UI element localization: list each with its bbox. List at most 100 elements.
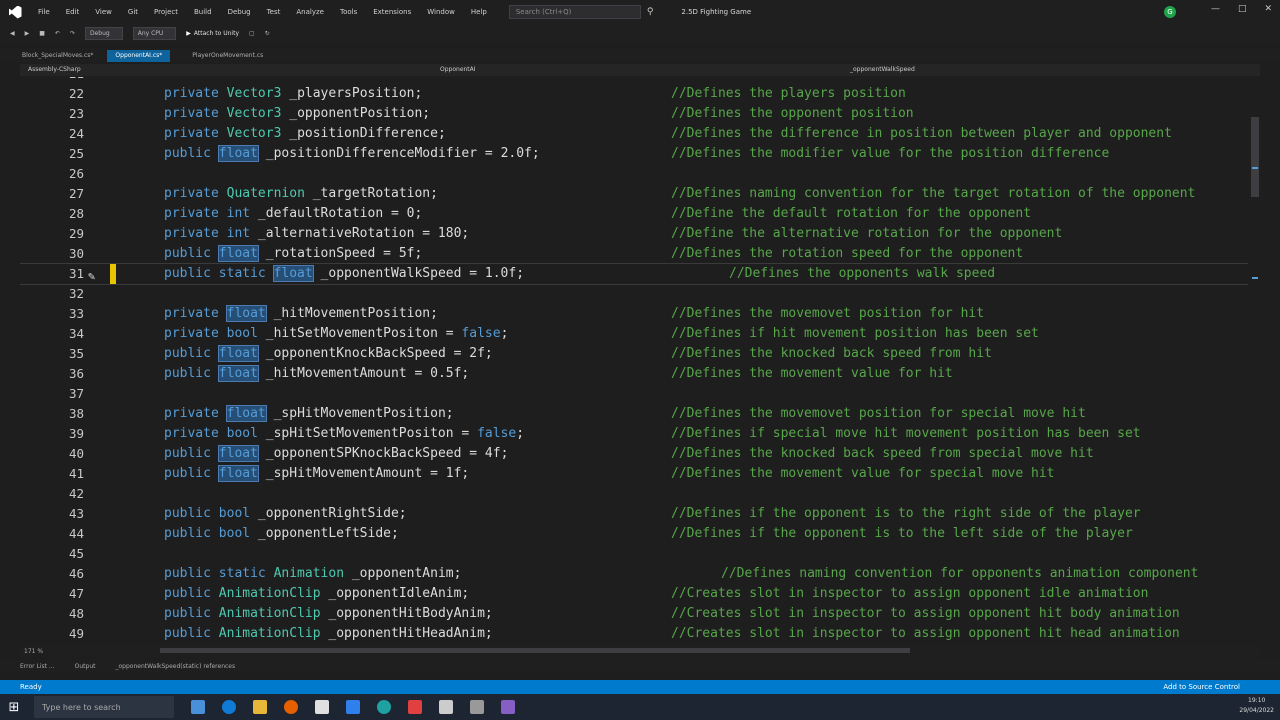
code-line[interactable]: 32 bbox=[20, 284, 1248, 304]
panel-tab[interactable]: Output bbox=[75, 663, 96, 670]
code-line[interactable]: 48 public AnimationClip _opponentHitBodyA… bbox=[20, 604, 1248, 624]
member-dropdown[interactable]: _opponentWalkSpeed bbox=[850, 64, 915, 76]
redo-icon[interactable]: ↷ bbox=[70, 30, 75, 37]
back-icon[interactable]: ◀ bbox=[10, 30, 15, 37]
line-number: 24 bbox=[68, 126, 84, 141]
menu-extensions[interactable]: Extensions bbox=[365, 8, 419, 16]
code-line[interactable]: 30 public float _rotationSpeed = 5f; //Def… bbox=[20, 244, 1248, 264]
account-avatar-icon[interactable]: G bbox=[1164, 6, 1176, 18]
code-editor[interactable]: 21 22 private Vector3 _playersPosition; //D… bbox=[20, 77, 1248, 645]
search-input[interactable]: Search (Ctrl+Q) bbox=[508, 5, 641, 19]
maximize-icon[interactable]: □ bbox=[1238, 4, 1247, 14]
code-line[interactable]: 41 public float _spHitMovementAmount = 1f… bbox=[20, 464, 1248, 484]
code-line[interactable]: 35 public float _opponentKnockBackSpeed =… bbox=[20, 344, 1248, 364]
line-number: 26 bbox=[68, 166, 84, 181]
code-line[interactable]: 28 private int _defaultRotation = 0; //Def… bbox=[20, 204, 1248, 224]
code-line[interactable]: 26 bbox=[20, 164, 1248, 184]
menu-help[interactable]: Help bbox=[463, 8, 495, 16]
add-to-source-control-button[interactable]: Add to Source Control bbox=[1163, 683, 1240, 691]
taskbar-search-input[interactable]: Type here to search bbox=[34, 696, 174, 718]
horizontal-scrollbar[interactable] bbox=[160, 648, 910, 653]
code-line[interactable]: 22 private Vector3 _playersPosition; //Def… bbox=[20, 84, 1248, 104]
firefox-icon[interactable] bbox=[284, 700, 298, 714]
code-line[interactable]: 46 public static Animation _opponentAnim;… bbox=[20, 564, 1248, 584]
menu-debug[interactable]: Debug bbox=[220, 8, 259, 16]
scrollbar-thumb[interactable] bbox=[1251, 117, 1259, 197]
windows-start-icon[interactable]: ⊞ bbox=[0, 694, 28, 720]
close-icon[interactable]: ✕ bbox=[1264, 4, 1272, 14]
system-clock[interactable]: 19:10 29/04/2022 bbox=[1239, 696, 1274, 716]
file-explorer-icon[interactable] bbox=[253, 700, 267, 714]
code-line[interactable]: 36 public float _hitMovementAmount = 0.5f… bbox=[20, 364, 1248, 384]
app-icon-2[interactable] bbox=[470, 700, 484, 714]
code-line[interactable]: 43 public bool _opponentRightSide; //Defin… bbox=[20, 504, 1248, 524]
code-line[interactable]: 47 public AnimationClip _opponentIdleAnim… bbox=[20, 584, 1248, 604]
code-text: public static Animation _opponentAnim; bbox=[164, 564, 461, 584]
code-line[interactable]: 25 public float _positionDifferenceModifi… bbox=[20, 144, 1248, 164]
app-icon[interactable] bbox=[377, 700, 391, 714]
code-line[interactable]: 29 private int _alternativeRotation = 180… bbox=[20, 224, 1248, 244]
line-number: 22 bbox=[68, 86, 84, 101]
code-line[interactable]: 42 bbox=[20, 484, 1248, 504]
code-line[interactable]: 21 bbox=[20, 77, 1248, 84]
quick-actions-icon[interactable]: ✎ bbox=[88, 266, 102, 283]
panel-tab[interactable]: Error List ... bbox=[20, 663, 55, 670]
code-line[interactable]: 37 bbox=[20, 384, 1248, 404]
code-line[interactable]: 27 private Quaternion _targetRotation; //D… bbox=[20, 184, 1248, 204]
menu-test[interactable]: Test bbox=[259, 8, 289, 16]
save-icon[interactable]: ■ bbox=[39, 30, 45, 37]
line-number: 42 bbox=[68, 486, 84, 501]
menu-analyze[interactable]: Analyze bbox=[288, 8, 332, 16]
code-line[interactable]: 33 private float _hitMovementPosition; //D… bbox=[20, 304, 1248, 324]
configuration-select[interactable]: Debug bbox=[84, 26, 123, 40]
edge-icon[interactable] bbox=[222, 700, 236, 714]
code-text: private Vector3 _positionDifference; bbox=[164, 124, 446, 144]
tab-block-specialmoves-cs-[interactable]: Block_SpecialMoves.cs* bbox=[14, 50, 101, 62]
menu-build[interactable]: Build bbox=[186, 8, 220, 16]
menu-edit[interactable]: Edit bbox=[58, 8, 88, 16]
platform-select[interactable]: Any CPU bbox=[132, 26, 177, 40]
panel-tab[interactable]: _opponentWalkSpeed(static) references bbox=[116, 663, 236, 670]
store-icon[interactable] bbox=[315, 700, 329, 714]
code-line[interactable]: 34 private bool _hitSetMovementPositon = … bbox=[20, 324, 1248, 344]
code-line[interactable]: 40 public float _opponentSPKnockBackSpeed… bbox=[20, 444, 1248, 464]
code-line[interactable]: 45 bbox=[20, 544, 1248, 564]
code-line[interactable]: 38 private float _spHitMovementPosition; /… bbox=[20, 404, 1248, 424]
visual-studio-icon[interactable] bbox=[501, 700, 515, 714]
menu-git[interactable]: Git bbox=[120, 8, 146, 16]
attach-to-unity-button[interactable]: Attach to Unity bbox=[186, 30, 239, 37]
folder-icon[interactable]: ▢ bbox=[249, 30, 255, 37]
refresh-icon[interactable]: ↻ bbox=[265, 30, 270, 37]
undo-icon[interactable]: ↶ bbox=[55, 30, 60, 37]
class-dropdown[interactable]: OpponentAI bbox=[440, 64, 476, 76]
code-line[interactable]: 24 private Vector3 _positionDifference; //… bbox=[20, 124, 1248, 144]
code-line[interactable]: 44 public bool _opponentLeftSide; //Define… bbox=[20, 524, 1248, 544]
tab-opponentai-cs-[interactable]: OpponentAI.cs* bbox=[107, 50, 171, 62]
menu-project[interactable]: Project bbox=[146, 8, 186, 16]
code-line[interactable]: 49 public AnimationClip _opponentHitHeadA… bbox=[20, 624, 1248, 644]
menu-view[interactable]: View bbox=[87, 8, 120, 16]
tab-playeronemovement-cs[interactable]: PlayerOneMovement.cs bbox=[184, 50, 271, 62]
mail-icon[interactable] bbox=[346, 700, 360, 714]
identifier-token: _opponentKnockBackSpeed = 2f; bbox=[257, 346, 493, 361]
code-line[interactable]: 31 ✎ public static float _opponentWalkSpee… bbox=[20, 263, 1248, 285]
task-view-icon[interactable] bbox=[191, 700, 205, 714]
code-line[interactable]: 23 private Vector3 _opponentPosition; //De… bbox=[20, 104, 1248, 124]
menu-file[interactable]: File bbox=[30, 8, 58, 16]
code-line[interactable]: 39 private bool _spHitSetMovementPositon … bbox=[20, 424, 1248, 444]
code-comment: //Creates slot in inspector to assign op… bbox=[671, 626, 1180, 641]
search-icon[interactable]: ⚲ bbox=[647, 7, 654, 17]
menu-window[interactable]: Window bbox=[419, 8, 463, 16]
menu-tools[interactable]: Tools bbox=[332, 8, 365, 16]
forward-icon[interactable]: ▶ bbox=[25, 30, 30, 37]
identifier-token: _targetRotation; bbox=[304, 186, 438, 201]
vertical-scrollbar[interactable] bbox=[1248, 77, 1262, 645]
unity-icon[interactable] bbox=[439, 700, 453, 714]
media-icon[interactable] bbox=[408, 700, 422, 714]
code-comment: //Defines if the opponent is to the righ… bbox=[671, 506, 1141, 521]
project-dropdown[interactable]: Assembly-CSharp bbox=[28, 64, 81, 76]
type-token: AnimationClip bbox=[218, 586, 321, 601]
zoom-level[interactable]: 171 % bbox=[24, 648, 43, 655]
identifier-token: _spHitSetMovementPositon = bbox=[257, 426, 478, 441]
minimize-icon[interactable]: — bbox=[1211, 4, 1220, 14]
